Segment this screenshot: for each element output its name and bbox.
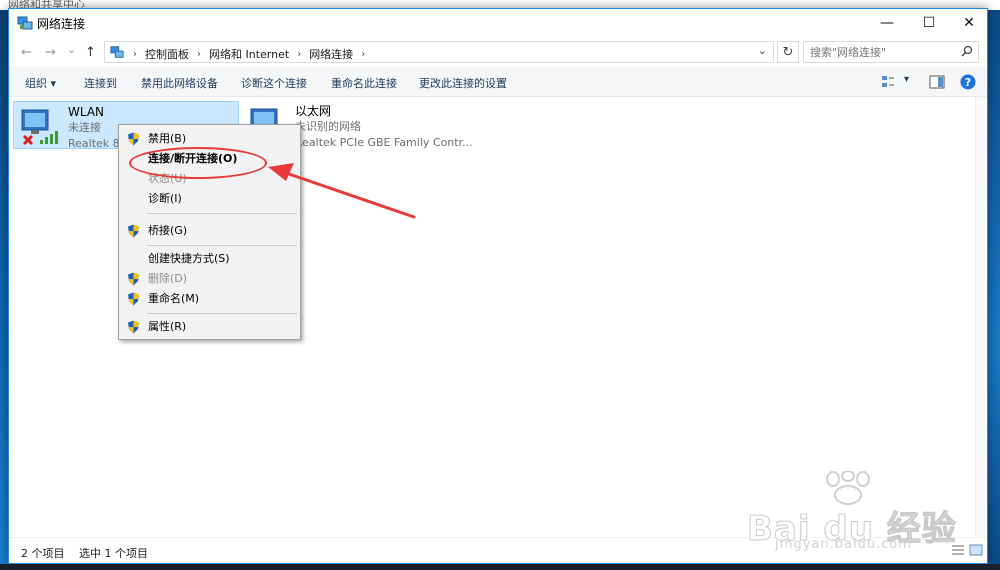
network-connections-icon (110, 46, 124, 58)
large-icons-view-icon[interactable] (969, 544, 983, 556)
menu-item-label: 诊断(I) (148, 192, 182, 205)
forward-button[interactable]: → (45, 45, 56, 60)
disable-device-button[interactable]: 禁用此网络设备 (141, 75, 218, 91)
refresh-button[interactable]: ↻ (777, 41, 799, 63)
menu-item-label: 桥接(G) (148, 224, 188, 237)
connect-to-button[interactable]: 连接到 (84, 75, 117, 91)
recent-locations-button[interactable]: ⌄ (67, 43, 76, 56)
address-dropdown-button[interactable]: ⌄ (758, 44, 767, 57)
command-bar: 组织 ▾ 连接到 禁用此网络设备 诊断这个连接 重命名此连接 更改此连接的设置 … (9, 67, 987, 97)
network-connections-window: 网络连接 — ☐ ✕ ← → ⌄ ↑ › 控制面板 › 网络和 Internet… (8, 8, 988, 564)
menu-item-create-shortcut[interactable]: 创建快捷方式(S) (119, 249, 300, 269)
up-button[interactable]: ↑ (85, 45, 96, 60)
menu-item-delete: 删除(D) (119, 269, 300, 289)
menu-item-label: 禁用(B) (148, 132, 187, 145)
breadcrumb-network-internet[interactable]: 网络和 Internet (209, 46, 289, 62)
chevron-right-icon[interactable]: › (197, 49, 201, 60)
network-connections-icon (17, 16, 33, 30)
back-button[interactable]: ← (21, 45, 32, 60)
menu-separator (147, 313, 297, 314)
close-button[interactable]: ✕ (949, 9, 989, 37)
connection-device: Realtek 8 (68, 137, 120, 150)
menu-separator (147, 245, 297, 246)
view-options-icon[interactable] (881, 75, 895, 89)
window-title: 网络连接 (37, 17, 86, 31)
status-bar: 2 个项目 选中 1 个项目 (9, 537, 987, 563)
menu-item-properties[interactable]: 属性(R) (119, 317, 300, 337)
shield-icon (128, 292, 139, 306)
desktop-background (988, 10, 1000, 570)
search-box[interactable] (803, 41, 979, 63)
connection-status: 未识别的网络 (295, 120, 361, 133)
organize-menu[interactable]: 组织 ▾ (25, 75, 56, 91)
connection-device: Realtek PCIe GBE Family Contr... (295, 136, 473, 149)
connection-name: WLAN (68, 105, 105, 119)
preview-pane-icon[interactable] (929, 75, 945, 89)
taskbar-edge (0, 564, 1000, 570)
address-bar[interactable]: › 控制面板 › 网络和 Internet › 网络连接 › ⌄ (104, 41, 774, 63)
vertical-scrollbar[interactable] (975, 97, 987, 537)
title-bar[interactable]: 网络连接 — ☐ ✕ (9, 9, 987, 37)
breadcrumb-control-panel[interactable]: 控制面板 (145, 46, 189, 62)
help-icon[interactable]: ? (960, 74, 976, 90)
menu-item-label: 状态(U) (148, 172, 187, 185)
svg-text:?: ? (965, 76, 971, 89)
selection-count: 选中 1 个项目 (79, 547, 148, 560)
connection-name: 以太网 (295, 104, 332, 118)
shield-icon (128, 224, 139, 238)
address-row: ← → ⌄ ↑ › 控制面板 › 网络和 Internet › 网络连接 › ⌄… (9, 39, 987, 67)
chevron-right-icon: › (133, 48, 137, 60)
menu-item-disable[interactable]: 禁用(B) (119, 129, 300, 149)
shield-icon (128, 132, 139, 146)
breadcrumb-network-connections[interactable]: 网络连接 (309, 46, 353, 62)
wlan-adapter-icon (21, 109, 58, 146)
annotation-arrow (268, 163, 416, 219)
diagnose-connection-button[interactable]: 诊断这个连接 (241, 75, 307, 91)
connection-status: 未连接 (68, 121, 101, 134)
search-input[interactable] (804, 42, 954, 62)
view-dropdown-button[interactable]: ▾ (904, 74, 909, 85)
menu-item-label: 属性(R) (148, 320, 187, 333)
search-icon[interactable] (961, 45, 973, 57)
menu-item-label: 创建快捷方式(S) (148, 252, 230, 265)
rename-connection-button[interactable]: 重命名此连接 (331, 75, 397, 91)
details-view-icon[interactable] (951, 544, 965, 556)
shield-icon (128, 320, 139, 334)
breadcrumb: › 控制面板 › 网络和 Internet › 网络连接 › (129, 46, 369, 62)
menu-item-label: 重命名(M) (148, 292, 200, 305)
chevron-right-icon[interactable]: › (297, 49, 301, 60)
menu-item-label: 连接/断开连接(O) (148, 152, 238, 165)
menu-item-label: 删除(D) (148, 272, 188, 285)
item-count: 2 个项目 (21, 547, 65, 560)
minimize-button[interactable]: — (867, 9, 907, 37)
chevron-right-icon[interactable]: › (361, 49, 365, 60)
change-settings-button[interactable]: 更改此连接的设置 (419, 75, 507, 91)
maximize-button[interactable]: ☐ (909, 9, 949, 37)
shield-icon (128, 272, 139, 286)
menu-item-rename[interactable]: 重命名(M) (119, 289, 300, 309)
context-menu: 禁用(B) 连接/断开连接(O) 状态(U) 诊断(I) 桥接(G) 创建快捷方… (118, 124, 301, 340)
